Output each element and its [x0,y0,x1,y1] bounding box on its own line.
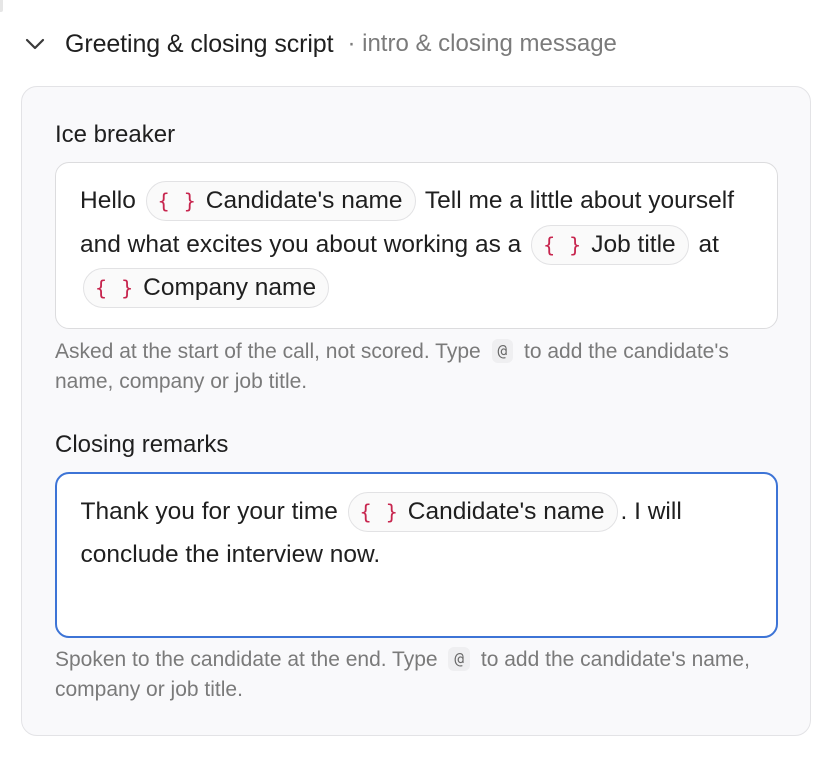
variable-braces-icon: { } [157,189,197,213]
variable-chip-candidate-name[interactable]: { } Candidate's name [145,181,416,221]
closing-remarks-editor[interactable]: Thank you for your time { } Candidate's n… [55,472,778,638]
chip-label: Company name [143,274,317,301]
section-subtitle: · intro & closing message [347,30,617,57]
section-title: Greeting & closing script [65,29,334,58]
variable-braces-icon: { } [359,499,399,524]
ice-breaker-label: Ice breaker [55,121,176,148]
editor-text: Thank you for your time [80,497,338,525]
editor-text: Hello [80,187,136,214]
at-key-badge: @ [491,339,514,363]
editor-text: at [698,230,719,258]
closing-remarks-label: Closing remarks [55,431,229,458]
variable-braces-icon: { } [95,276,135,300]
ice-breaker-editor[interactable]: Hello { } Candidate's name Tell me a litt… [55,162,778,329]
hint-text: Asked at the start of the call, not scor… [55,340,481,363]
chip-label: Candidate's name [205,187,403,214]
section-header[interactable]: Greeting & closing script · intro & clos… [22,24,617,64]
variable-chip-company-name[interactable]: { } Company name [83,268,330,308]
variable-chip-job-title[interactable]: { } Job title [531,224,689,265]
chip-label: Job title [591,230,676,258]
chip-label: Candidate's name [407,497,605,525]
variable-chip-candidate-name[interactable]: { } Candidate's name [347,491,618,532]
chevron-down-icon[interactable] [22,31,48,57]
greeting-closing-panel: Ice breaker Hello { } Candidate's name Te… [21,86,811,736]
hint-text: Spoken to the candidate at the end. Type [55,648,438,671]
variable-braces-icon: { } [543,232,583,257]
closing-remarks-hint: Spoken to the candidate at the end. Type… [55,645,785,705]
at-key-badge: @ [448,647,471,671]
edge-fragment [0,0,3,12]
ice-breaker-hint: Asked at the start of the call, not scor… [55,337,785,397]
